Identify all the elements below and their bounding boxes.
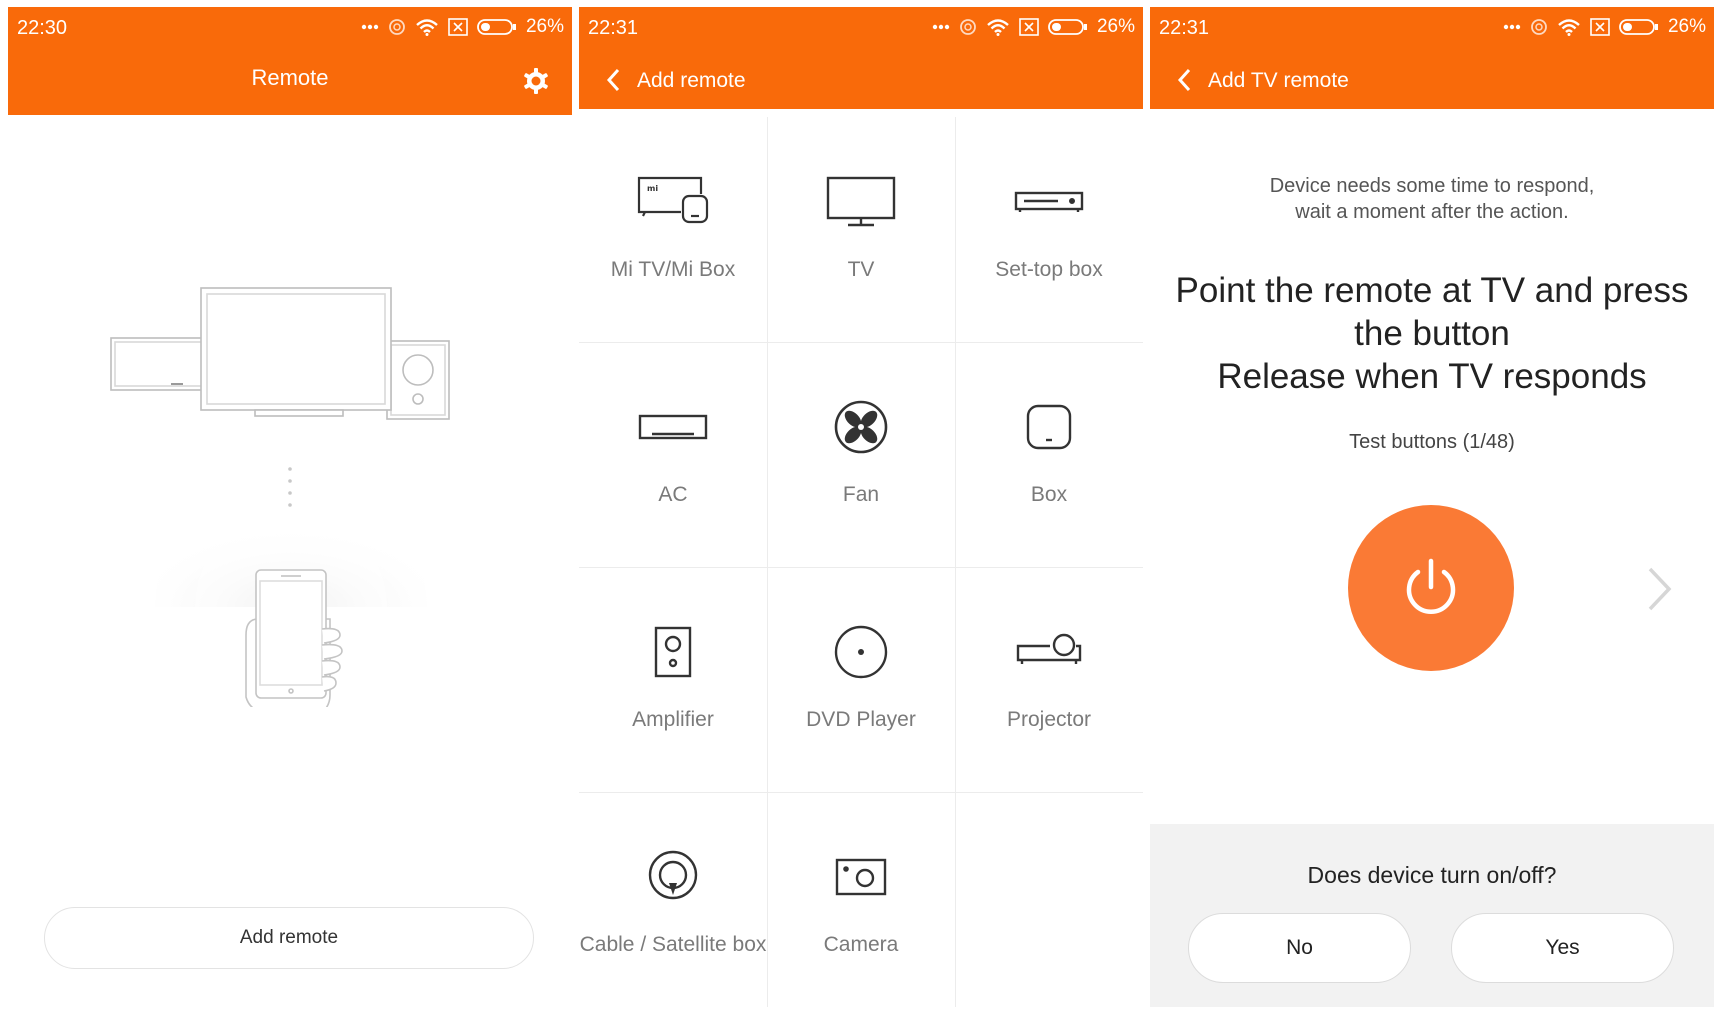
device-label: Box <box>1030 483 1068 506</box>
alarm-icon <box>960 19 976 35</box>
status-bar: 22:31 26% <box>1150 7 1714 47</box>
sim-x-icon <box>1590 18 1610 36</box>
sim-x-icon <box>1019 18 1039 36</box>
wifi-icon <box>1558 19 1580 36</box>
device-mi-tv-box[interactable]: mi Mi TV/Mi Box <box>579 117 767 342</box>
device-label: Amplifier <box>632 708 714 731</box>
power-icon <box>1406 558 1456 614</box>
add-remote-button[interactable]: Add remote <box>44 907 534 969</box>
amplifier-icon <box>654 626 692 678</box>
device-label: Projector <box>1006 708 1092 731</box>
device-label: DVD Player <box>806 708 916 731</box>
device-label: Mi TV/Mi Box <box>610 258 736 281</box>
dvd-player-icon <box>834 625 888 679</box>
app-bar: 22:31 26% Add remote <box>579 7 1143 109</box>
confirm-question: Does device turn on/off? <box>1307 862 1557 888</box>
page-title: Add remote <box>637 69 746 92</box>
set-top-box-icon <box>1014 191 1084 212</box>
instruction-line: the button <box>1354 314 1510 353</box>
devices-graphic <box>110 287 450 420</box>
cable-satellite-icon <box>648 850 698 900</box>
device-label: Cable / Satellite box <box>579 933 767 956</box>
device-dvd-player[interactable]: DVD Player <box>767 567 955 792</box>
note-line: wait a moment after the action. <box>1295 201 1569 223</box>
add-tv-remote-screen: 22:31 26% Add TV remote Device needs som… <box>1150 7 1714 1007</box>
instruction-line: Release when TV responds <box>1217 357 1647 396</box>
battery-percent: 26% <box>1667 16 1706 37</box>
status-bar: 22:31 26% <box>579 7 1143 47</box>
device-label: Fan <box>842 483 880 506</box>
tv-icon <box>826 176 896 227</box>
back-chevron-icon[interactable] <box>605 67 621 93</box>
yes-button[interactable]: Yes <box>1451 913 1674 983</box>
svg-text:mi: mi <box>647 184 658 193</box>
mi-tv-box-icon: mi <box>637 176 709 224</box>
projector-icon <box>1016 633 1082 664</box>
box-icon <box>1026 404 1072 450</box>
instruction-line: Point the remote at TV and press <box>1175 271 1689 310</box>
ac-icon <box>638 414 708 440</box>
test-button-counter: Test buttons (1/48) <box>1349 431 1515 453</box>
device-label: AC <box>658 483 688 506</box>
device-set-top-box[interactable]: Set-top box <box>955 117 1143 342</box>
device-label: Set-top box <box>995 258 1103 281</box>
battery-icon <box>1619 19 1658 35</box>
device-camera[interactable]: Camera <box>767 792 955 1007</box>
app-bar: 22:31 26% Add TV remote <box>1150 7 1714 109</box>
alarm-icon <box>1531 19 1547 35</box>
back-chevron-icon[interactable] <box>1176 67 1192 93</box>
wifi-icon <box>987 19 1009 36</box>
page-title: Add TV remote <box>1208 69 1349 92</box>
instruction-text: Point the remote at TV and press the but… <box>1150 269 1714 398</box>
device-box[interactable]: Box <box>955 342 1143 567</box>
device-tv[interactable]: TV <box>767 117 955 342</box>
add-remote-screen: 22:31 26% Add remote mi Mi TV/Mi Box TV … <box>579 7 1143 1007</box>
status-time: 22:31 <box>1159 17 1210 39</box>
device-amplifier[interactable]: Amplifier <box>579 567 767 792</box>
device-fan[interactable]: Fan <box>767 342 955 567</box>
battery-icon <box>1048 19 1087 35</box>
device-projector[interactable]: Projector <box>955 567 1143 792</box>
response-note: Device needs some time to respond, wait … <box>1150 173 1714 225</box>
battery-percent: 26% <box>1096 16 1135 37</box>
camera-icon <box>835 858 887 896</box>
next-chevron-icon[interactable] <box>1644 565 1674 613</box>
device-label: TV <box>847 258 875 281</box>
status-time: 22:31 <box>588 17 639 39</box>
no-button[interactable]: No <box>1188 913 1411 983</box>
power-test-button[interactable] <box>1348 505 1514 671</box>
more-dots-icon <box>1503 24 1521 30</box>
confirm-panel: Does device turn on/off? No Yes <box>1150 824 1714 1007</box>
note-line: Device needs some time to respond, <box>1269 175 1595 197</box>
fan-icon <box>834 400 888 454</box>
remote-illustration <box>110 287 450 707</box>
more-dots-icon <box>932 24 950 30</box>
device-type-grid: mi Mi TV/Mi Box TV Set-top box AC Fan Bo… <box>579 117 1143 1007</box>
remote-home-screen: 22:30 26% Remote Add remote <box>8 7 572 1007</box>
device-ac[interactable]: AC <box>579 342 767 567</box>
device-label: Camera <box>823 933 899 956</box>
device-cable-satellite[interactable]: Cable / Satellite box <box>579 792 767 1007</box>
